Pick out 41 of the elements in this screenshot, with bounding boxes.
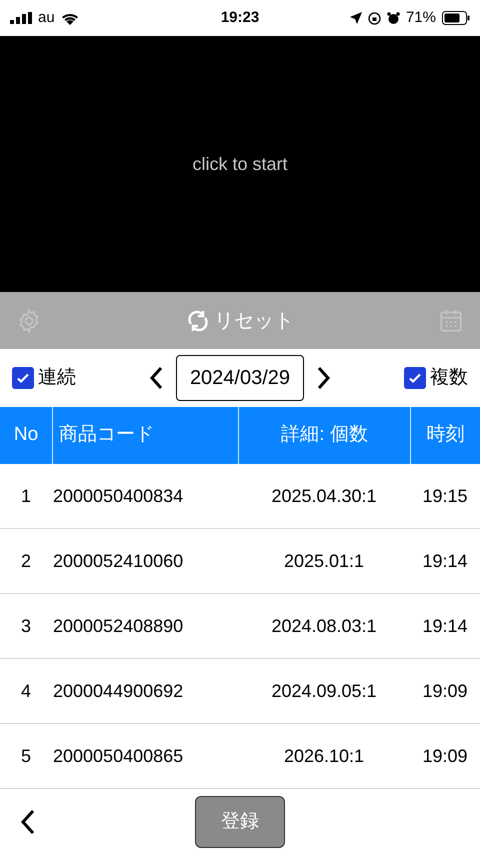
- start-prompt: click to start: [192, 152, 288, 176]
- battery-icon: [442, 11, 470, 25]
- checkbox[interactable]: [404, 367, 426, 389]
- table-cell-text: 5: [20, 744, 32, 768]
- table-cell-text: 2000052408890: [52, 614, 184, 638]
- table-cell-text: 19:15: [421, 484, 469, 508]
- column-header: 詳細: 個数: [238, 407, 410, 464]
- date-field[interactable]: 2024/03/29: [176, 355, 304, 401]
- checkbox[interactable]: [12, 367, 34, 389]
- table-cell-text: 2000044900692: [52, 680, 184, 702]
- table-cell-text: 2000050400865: [52, 744, 184, 768]
- table-cell-text: 2024.09.05:1: [270, 680, 378, 702]
- table-cell-text: 2000050400834: [52, 484, 184, 508]
- carrier-name: au: [38, 8, 55, 28]
- table-cell-text: 2024.08.03:1: [270, 614, 378, 638]
- rotation-lock-icon: [368, 12, 381, 24]
- table-cell-text: 2025.04.30:1: [270, 484, 378, 508]
- table-cell-text: 19:09: [421, 744, 469, 768]
- table-cell-text: 2: [20, 550, 32, 572]
- checkbox-label: 複数: [430, 366, 468, 390]
- table-cell-text: 3: [20, 614, 32, 638]
- wifi-icon: [60, 12, 79, 24]
- column-header: 時刻: [410, 407, 480, 464]
- column-header: 商品コード: [52, 407, 238, 464]
- table-cell-text: 2026.10:1: [282, 744, 366, 768]
- location-arrow-icon: [350, 12, 362, 24]
- table-cell-text: 2025.01:1: [282, 550, 366, 572]
- refresh-icon: [186, 308, 210, 332]
- table-cell-text: 19:14: [421, 614, 469, 638]
- table-cell-text: 19:09: [421, 680, 469, 702]
- table-cell-text: 19:14: [421, 550, 469, 572]
- signal-icon: [10, 12, 32, 24]
- column-header: No: [12, 423, 40, 448]
- camera-preview[interactable]: click to start: [0, 36, 480, 292]
- alarm-icon: [386, 12, 400, 24]
- battery-percent: 71%: [406, 8, 436, 28]
- table-cell-text: 1: [20, 484, 32, 508]
- checkbox-label: 連続: [38, 366, 76, 390]
- clock-time: 19:23: [220, 8, 260, 28]
- table-cell-text: 2000052410060: [52, 550, 184, 572]
- table-cell-text: 4: [20, 680, 32, 702]
